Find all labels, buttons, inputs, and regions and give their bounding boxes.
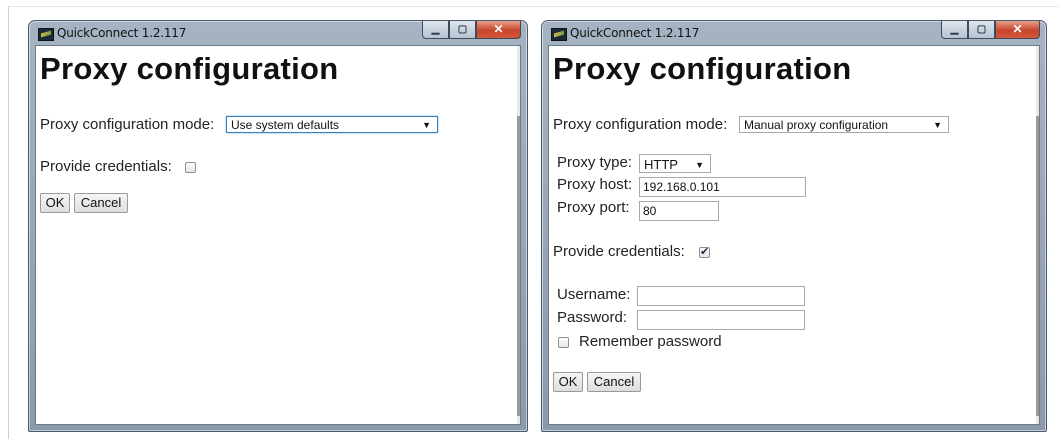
password-label: Password:: [557, 309, 628, 326]
proxy-type-select[interactable]: HTTP ▼: [639, 154, 711, 173]
close-icon[interactable]: ✕: [995, 21, 1040, 39]
proxy-host-input[interactable]: 192.168.0.101: [639, 177, 806, 197]
minimize-icon[interactable]: ▁: [941, 21, 968, 39]
caption-buttons: ▁ ▢ ✕: [941, 21, 1040, 39]
proxy-port-label: Proxy port:: [557, 199, 630, 216]
proxy-mode-select[interactable]: Use system defaults ▼: [226, 116, 438, 133]
client-area: Proxy configuration Proxy configuration …: [35, 45, 521, 425]
ok-button[interactable]: OK: [553, 372, 583, 392]
app-icon: [551, 28, 567, 41]
page-title: Proxy configuration: [40, 51, 339, 86]
caption-buttons: ▁ ▢ ✕: [422, 21, 521, 39]
username-label: Username:: [557, 286, 631, 303]
provide-credentials-checkbox[interactable]: [185, 162, 196, 173]
proxy-mode-label: Proxy configuration mode:: [40, 116, 215, 133]
title-bar[interactable]: QuickConnect 1.2.117 ▁ ▢ ✕: [29, 21, 527, 45]
page-title: Proxy configuration: [553, 51, 852, 86]
scrollbar-thumb[interactable]: [1036, 116, 1039, 416]
proxy-mode-select[interactable]: Manual proxy configuration ▼: [739, 116, 949, 133]
proxy-type-value: HTTP: [644, 157, 678, 172]
close-icon[interactable]: ✕: [476, 21, 521, 39]
chevron-down-icon: ▼: [422, 120, 431, 130]
scrollbar[interactable]: [1036, 46, 1039, 424]
window-title: QuickConnect 1.2.117: [570, 26, 700, 40]
username-input[interactable]: [637, 286, 805, 306]
cancel-button[interactable]: Cancel: [74, 193, 128, 213]
provide-credentials-label: Provide credentials:: [553, 243, 685, 260]
client-area: Proxy configuration Proxy configuration …: [548, 45, 1040, 425]
provide-credentials-label: Provide credentials:: [40, 158, 172, 175]
app-icon: [38, 28, 54, 41]
proxy-mode-value: Use system defaults: [231, 118, 340, 132]
cancel-button[interactable]: Cancel: [587, 372, 641, 392]
quickconnect-window-system-defaults: QuickConnect 1.2.117 ▁ ▢ ✕ Proxy configu…: [28, 20, 528, 432]
title-bar[interactable]: QuickConnect 1.2.117 ▁ ▢ ✕: [542, 21, 1046, 45]
window-title: QuickConnect 1.2.117: [57, 26, 187, 40]
remember-password-label: Remember password: [579, 333, 722, 350]
remember-password-checkbox[interactable]: [558, 337, 569, 348]
maximize-icon[interactable]: ▢: [968, 21, 995, 39]
proxy-type-label: Proxy type:: [557, 154, 633, 171]
chevron-down-icon: ▼: [933, 120, 942, 130]
proxy-host-label: Proxy host:: [557, 176, 633, 193]
proxy-mode-label: Proxy configuration mode:: [553, 116, 728, 133]
quickconnect-window-manual: QuickConnect 1.2.117 ▁ ▢ ✕ Proxy configu…: [541, 20, 1047, 432]
provide-credentials-checkbox[interactable]: [699, 245, 710, 258]
scrollbar-thumb[interactable]: [517, 116, 520, 416]
chevron-down-icon: ▼: [695, 160, 704, 170]
maximize-icon[interactable]: ▢: [449, 21, 476, 39]
ok-button[interactable]: OK: [40, 193, 70, 213]
minimize-icon[interactable]: ▁: [422, 21, 449, 39]
scrollbar[interactable]: [517, 46, 520, 424]
password-input[interactable]: [637, 310, 805, 330]
proxy-port-input[interactable]: 80: [639, 201, 719, 221]
proxy-mode-value: Manual proxy configuration: [744, 118, 889, 132]
